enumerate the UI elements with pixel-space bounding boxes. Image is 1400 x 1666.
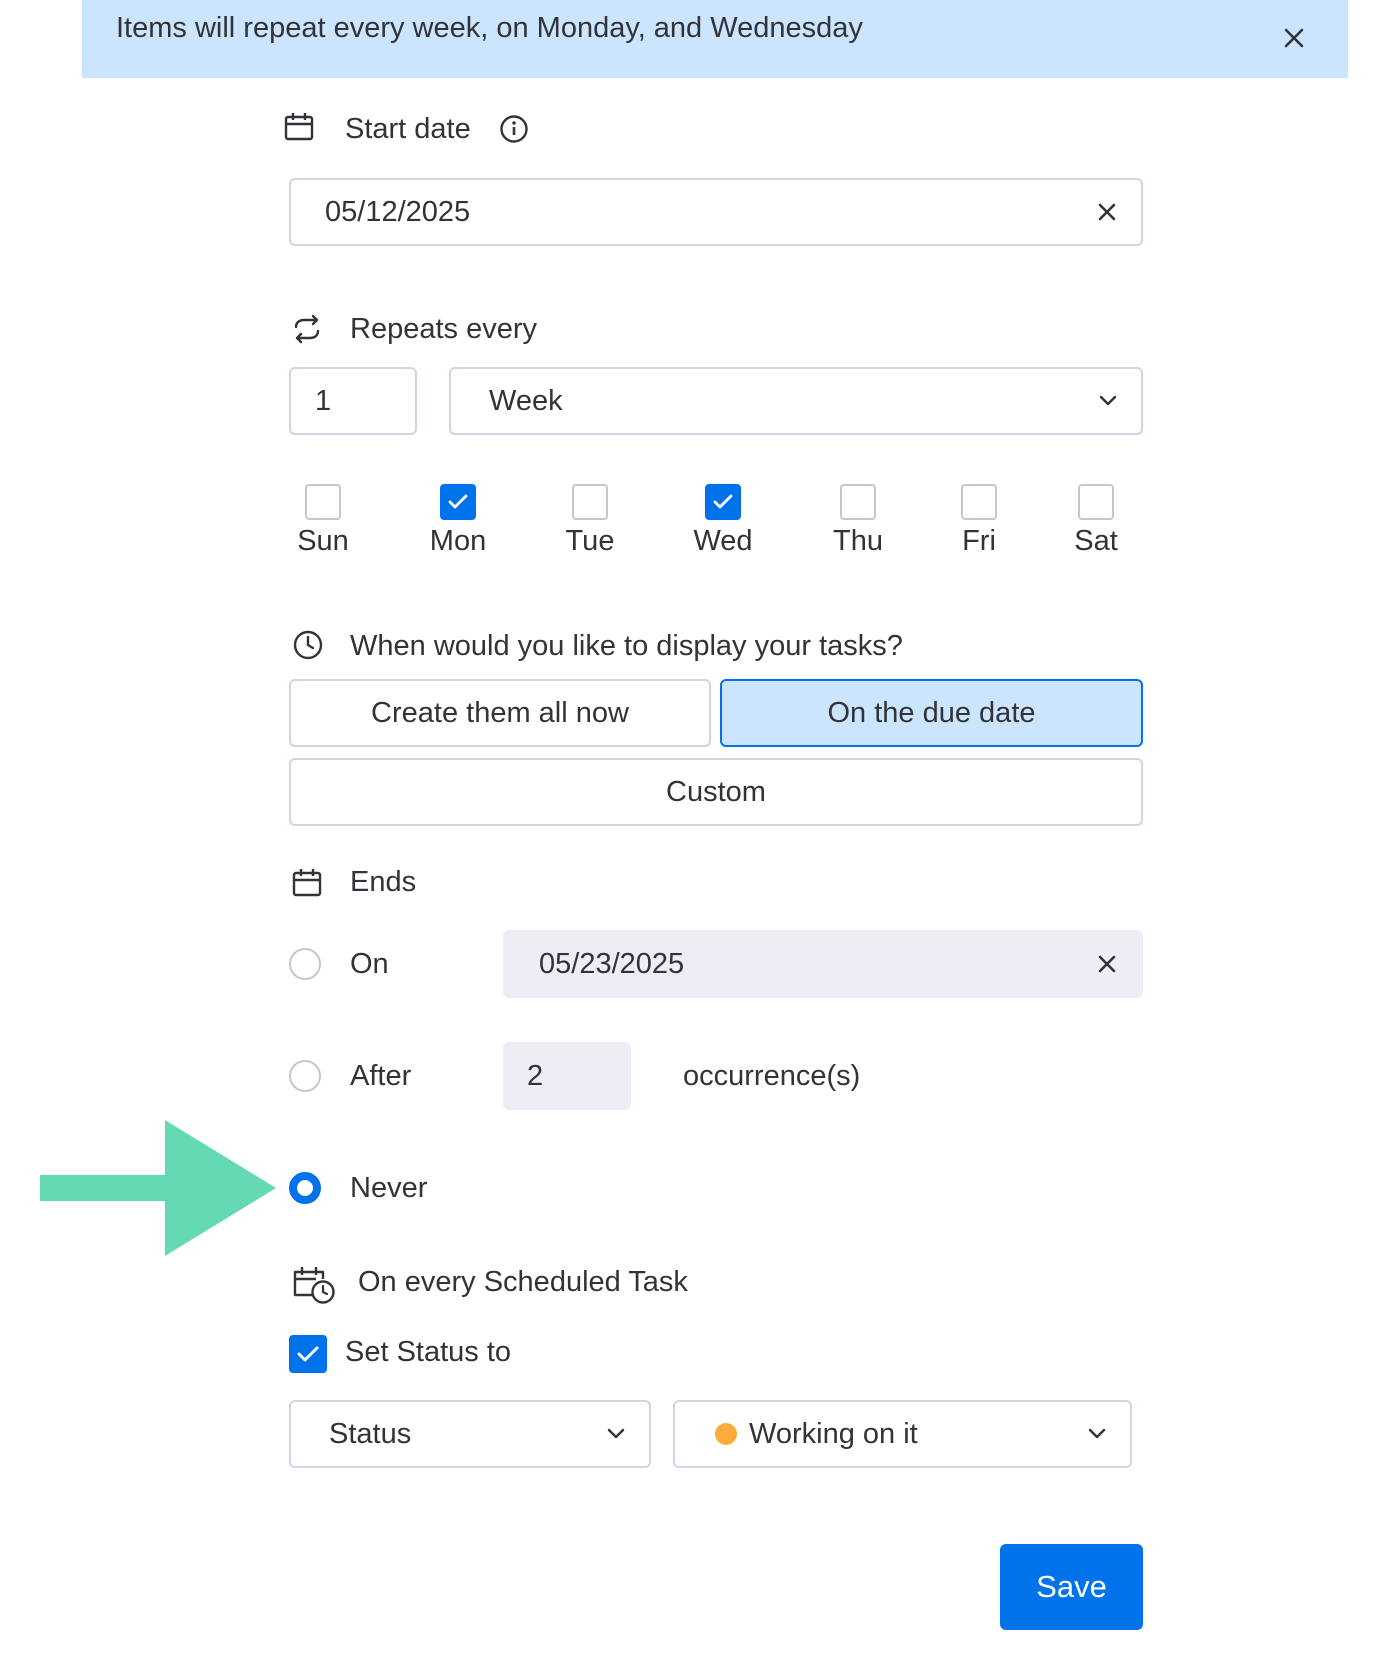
- banner-text: Items will repeat every week, on Monday,…: [116, 12, 863, 44]
- repeat-interval-value: 1: [315, 384, 332, 417]
- occurrence-count-input[interactable]: 2: [503, 1042, 631, 1110]
- ends-on-date-input[interactable]: 05/23/2025: [503, 930, 1143, 998]
- clear-date-icon[interactable]: [1093, 198, 1121, 226]
- close-icon[interactable]: [1276, 20, 1312, 56]
- clock-icon: [291, 628, 325, 662]
- repeat-interval-input[interactable]: 1: [289, 367, 417, 435]
- arrow-annotation-icon: [40, 1118, 280, 1263]
- day-checkbox-mon[interactable]: [440, 484, 476, 520]
- start-date-value: 05/12/2025: [325, 195, 471, 228]
- option-create-all-now[interactable]: Create them all now: [289, 679, 711, 747]
- chevron-down-icon: [1097, 390, 1119, 412]
- status-column-select[interactable]: Status: [289, 1400, 651, 1468]
- status-color-dot: [715, 1423, 737, 1445]
- status-value-select[interactable]: Working on it: [673, 1400, 1132, 1468]
- set-status-label: Set Status to: [345, 1336, 512, 1368]
- scheduled-task-label: On every Scheduled Task: [358, 1266, 688, 1298]
- save-button[interactable]: Save: [1000, 1544, 1143, 1630]
- occurrence-count-value: 2: [527, 1059, 544, 1092]
- ends-on-label: On: [350, 948, 389, 980]
- start-date-label: Start date: [345, 113, 471, 145]
- calendar-clock-icon: [292, 1265, 338, 1305]
- ends-after-radio[interactable]: [289, 1060, 321, 1092]
- day-checkbox-thu[interactable]: [840, 484, 876, 520]
- occurrences-label: occurrence(s): [683, 1060, 861, 1092]
- calendar-icon: [282, 110, 316, 144]
- day-label-thu: Thu: [833, 525, 883, 557]
- status-value-text: Working on it: [749, 1417, 918, 1450]
- info-banner: Items will repeat every week, on Monday,…: [82, 0, 1348, 78]
- ends-on-date-value: 05/23/2025: [539, 947, 685, 980]
- ends-never-label: Never: [350, 1172, 428, 1204]
- day-checkbox-fri[interactable]: [961, 484, 997, 520]
- display-question: When would you like to display your task…: [350, 630, 903, 662]
- set-status-checkbox[interactable]: [289, 1335, 327, 1373]
- ends-after-label: After: [350, 1060, 412, 1092]
- repeat-unit-value: Week: [489, 384, 563, 417]
- repeats-every-label: Repeats every: [350, 313, 537, 345]
- option-on-due-date[interactable]: On the due date: [720, 679, 1143, 747]
- day-label-tue: Tue: [565, 525, 615, 557]
- day-label-sun: Sun: [297, 525, 349, 557]
- option-custom[interactable]: Custom: [289, 758, 1143, 826]
- calendar-icon: [290, 866, 324, 900]
- chevron-down-icon: [605, 1423, 627, 1445]
- info-icon[interactable]: [497, 112, 531, 146]
- day-label-sat: Sat: [1074, 525, 1118, 557]
- start-date-input[interactable]: 05/12/2025: [289, 178, 1143, 246]
- day-checkbox-sun[interactable]: [305, 484, 341, 520]
- clear-date-icon[interactable]: [1093, 950, 1121, 978]
- day-label-wed: Wed: [693, 525, 753, 557]
- status-column-value: Status: [329, 1417, 412, 1450]
- day-label-fri: Fri: [962, 525, 996, 557]
- repeat-icon: [290, 312, 324, 346]
- ends-on-radio[interactable]: [289, 948, 321, 980]
- day-label-mon: Mon: [429, 525, 487, 557]
- repeat-unit-select[interactable]: Week: [449, 367, 1143, 435]
- chevron-down-icon: [1086, 1423, 1108, 1445]
- day-checkbox-tue[interactable]: [572, 484, 608, 520]
- day-checkbox-wed[interactable]: [705, 484, 741, 520]
- ends-never-radio[interactable]: [289, 1172, 321, 1204]
- day-checkbox-sat[interactable]: [1078, 484, 1114, 520]
- ends-label: Ends: [350, 866, 417, 898]
